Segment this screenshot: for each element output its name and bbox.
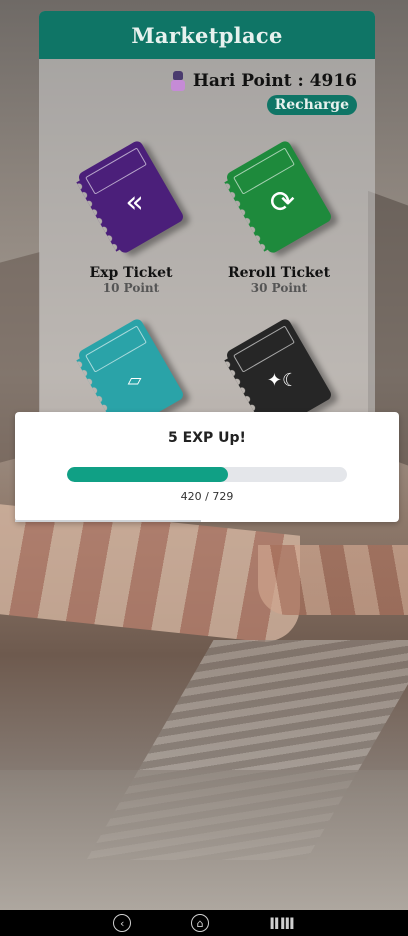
back-chevron-icon[interactable]: ‹ [113, 914, 132, 932]
ticket-card-hint[interactable]: ▱ [61, 317, 201, 421]
double-chevron-icon: « [125, 185, 144, 221]
points-display: Hari Point : 4916 [169, 71, 357, 91]
ticket-card-stat[interactable]: ✦☾ [209, 317, 349, 421]
hint-ticket-icon[interactable]: ▱ [76, 317, 186, 421]
reroll-ticket-icon[interactable]: ⟳ [224, 139, 334, 255]
points-label: Hari Point : 4916 [192, 71, 357, 91]
exp-progress-bar [67, 467, 347, 482]
avatar-icon [169, 71, 187, 91]
exp-progress-fill [67, 467, 229, 482]
marketplace-title: Marketplace [131, 22, 283, 48]
bg-awning-right [258, 545, 408, 615]
bottom-navbar: ‹ ⌂ ⅡⅢ [0, 910, 408, 936]
exp-progress-text: 420 / 729 [180, 490, 234, 503]
exp-ticket-icon[interactable]: « [76, 139, 186, 255]
ticket-stub [233, 325, 295, 373]
hint-card-icon: ▱ [127, 370, 142, 392]
exp-up-modal: 5 EXP Up! 420 / 729 [15, 412, 399, 522]
marketplace-header: Marketplace [39, 11, 375, 59]
modal-title: 5 EXP Up! [168, 430, 246, 446]
ticket-title: Reroll Ticket [227, 265, 331, 281]
ticket-stub [85, 325, 147, 373]
nav-right-label[interactable]: ⅡⅢ [269, 914, 295, 933]
ticket-price: 10 Point [102, 281, 160, 295]
marketplace-panel: Marketplace Hari Point : 4916 Recharge «… [39, 11, 375, 421]
ticket-price: 30 Point [250, 281, 308, 295]
recharge-button[interactable]: Recharge [266, 95, 357, 115]
ticket-card-exp[interactable]: « Exp Ticket 10 Point [61, 139, 201, 295]
stat-symbols-icon: ✦☾ [267, 370, 299, 392]
ticket-title: Exp Ticket [89, 265, 173, 281]
home-icon[interactable]: ⌂ [191, 914, 210, 932]
stat-ticket-icon[interactable]: ✦☾ [224, 317, 334, 421]
modal-timer-bar [15, 520, 201, 522]
bg-ground [0, 770, 408, 910]
refresh-icon: ⟳ [270, 185, 296, 221]
ticket-card-reroll[interactable]: ⟳ Reroll Ticket 30 Point [209, 139, 349, 295]
bg-awning [0, 504, 300, 646]
